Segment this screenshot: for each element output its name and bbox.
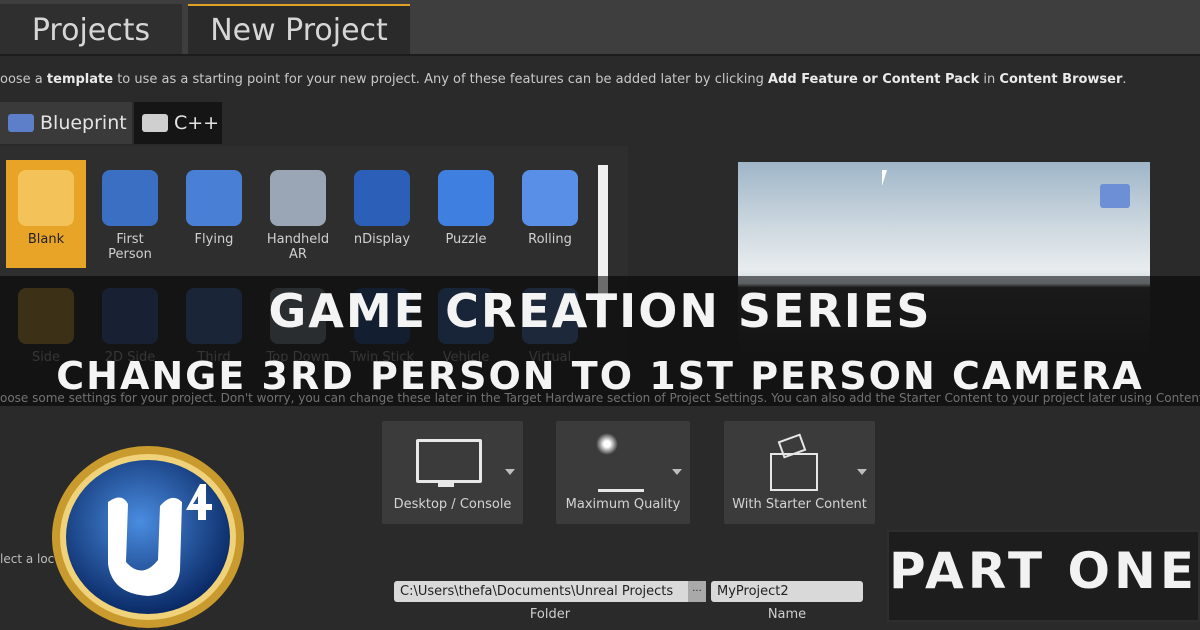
tab-new-project-label: New Project <box>210 12 388 48</box>
instr-in: in <box>979 72 1000 87</box>
folder-field-value: C:\Users\thefa\Documents\Unreal Projects <box>400 584 674 599</box>
part-one-text: PART ONE <box>888 542 1199 600</box>
mouse-cursor-icon <box>882 170 887 186</box>
instr-end: . <box>1122 72 1127 87</box>
quality-plant-icon <box>598 461 644 492</box>
template-puzzle[interactable]: Puzzle <box>426 160 506 268</box>
template-first-person-icon <box>102 170 158 226</box>
project-name-value: MyProject2 <box>717 584 789 599</box>
template-rolling-icon <box>522 170 578 226</box>
template-label: Rolling <box>528 232 572 247</box>
tab-cpp-label: C++ <box>174 112 220 134</box>
hardware-target-card[interactable]: Desktop / Console <box>382 421 523 524</box>
template-rolling[interactable]: Rolling <box>510 160 590 268</box>
instr-content-browser: Content Browser <box>999 72 1123 87</box>
instr-template: template <box>46 72 114 87</box>
starter-box-icon <box>770 453 818 491</box>
name-label: Name <box>767 607 807 622</box>
instr-mid: to use as a starting point for your new … <box>113 72 768 87</box>
tab-blueprint[interactable]: Blueprint <box>0 102 132 144</box>
location-instruction: lect a loc <box>0 552 55 566</box>
monitor-icon <box>416 439 482 483</box>
template-row-1: Blank First Person Flying Handheld AR nDispl… <box>6 160 590 268</box>
folder-field[interactable]: C:\Users\thefa\Documents\Unreal Projects… <box>394 581 706 602</box>
sun-icon <box>596 433 618 455</box>
template-label: nDisplay <box>353 232 411 247</box>
monitor-stand <box>438 483 454 487</box>
tab-blueprint-label: Blueprint <box>40 112 127 134</box>
graphics-quality-card[interactable]: Maximum Quality <box>556 421 690 524</box>
template-instructions: oose a template to use as a starting poi… <box>0 72 1127 87</box>
project-name-field[interactable]: MyProject2 <box>711 581 863 602</box>
template-label: Puzzle <box>445 232 487 247</box>
template-label: First Person <box>108 232 152 262</box>
template-blank[interactable]: Blank <box>6 160 86 268</box>
template-handheld-ar[interactable]: Handheld AR <box>258 160 338 268</box>
chevron-down-icon <box>672 469 682 475</box>
template-blank-icon <box>18 170 74 226</box>
unreal-engine-4-logo <box>52 446 244 628</box>
instr-add-feature: Add Feature or Content Pack <box>768 72 980 87</box>
tab-new-project[interactable]: New Project <box>188 4 410 54</box>
cpp-icon <box>142 114 168 132</box>
template-first-person[interactable]: First Person <box>90 160 170 268</box>
template-label: Blank <box>27 232 65 247</box>
template-puzzle-icon <box>438 170 494 226</box>
template-handheld-ar-icon <box>270 170 326 226</box>
blueprint-badge-icon <box>1100 184 1130 208</box>
starter-content-card[interactable]: With Starter Content <box>724 421 875 524</box>
settings-instructions: oose some settings for your project. Don… <box>0 391 1200 405</box>
template-flying-icon <box>186 170 242 226</box>
series-title: GAME CREATION SERIES <box>268 284 932 338</box>
hardware-target-label: Desktop / Console <box>393 497 512 512</box>
instr-prefix: oose a <box>0 72 47 87</box>
template-flying[interactable]: Flying <box>174 160 254 268</box>
tab-projects[interactable]: Projects <box>0 4 182 54</box>
chevron-down-icon <box>505 469 515 475</box>
template-ndisplay[interactable]: nDisplay <box>342 160 422 268</box>
graphics-quality-label: Maximum Quality <box>565 497 681 512</box>
browse-folder-button[interactable]: ··· <box>688 581 706 602</box>
folder-label: Folder <box>529 607 571 622</box>
blueprint-icon <box>8 114 34 132</box>
template-label: Handheld AR <box>266 232 330 262</box>
chevron-down-icon <box>857 469 867 475</box>
tab-cpp[interactable]: C++ <box>134 102 222 144</box>
starter-content-label: With Starter Content <box>732 497 867 512</box>
tab-projects-label: Projects <box>31 12 151 48</box>
template-label: Flying <box>194 232 234 247</box>
template-ndisplay-icon <box>354 170 410 226</box>
